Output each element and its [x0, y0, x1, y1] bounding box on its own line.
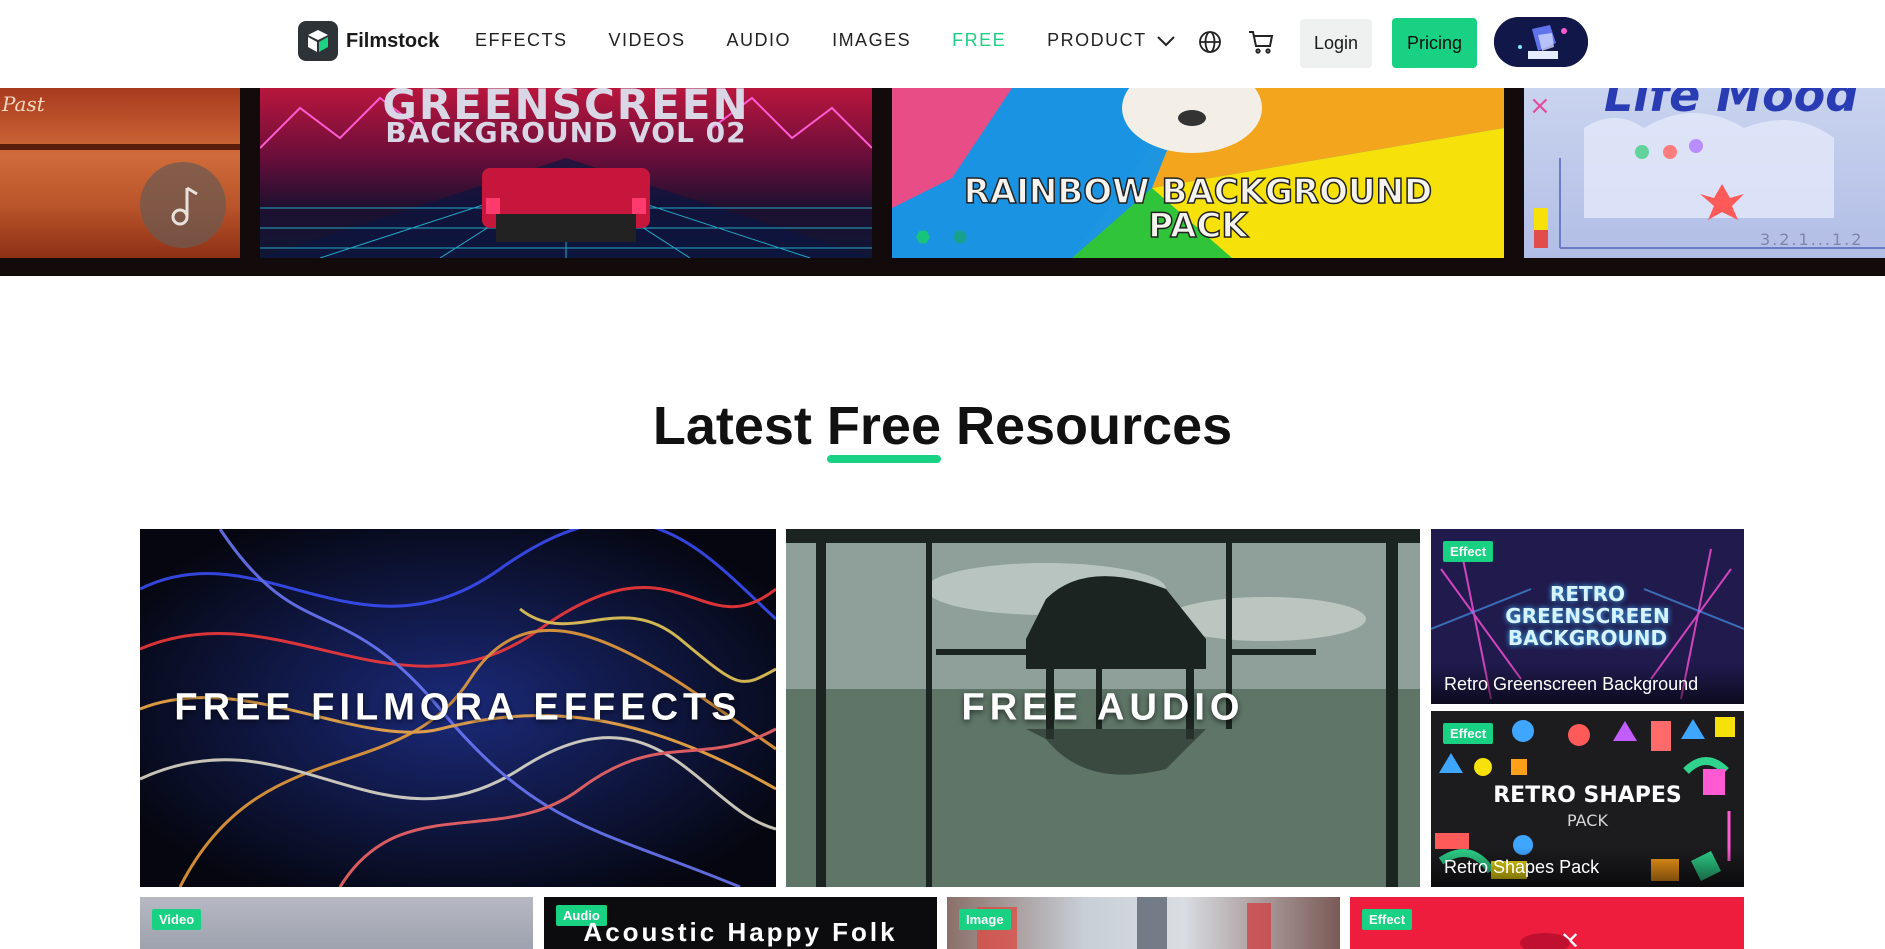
retro-shapes-art-line2: PACK — [1567, 811, 1608, 830]
nav-videos[interactable]: VIDEOS — [609, 30, 686, 51]
nav-audio[interactable]: AUDIO — [727, 30, 792, 51]
brand[interactable]: Filmstock — [298, 21, 439, 61]
title-after: Resources — [940, 396, 1233, 456]
hero-carousel[interactable]: Past GREENSCREEN BACKGROUND VOL 02 RAINB… — [0, 88, 1885, 276]
brand-name: Filmstock — [346, 29, 440, 52]
card-free-filmora-effects[interactable]: FREE FILMORA EFFECTS — [140, 529, 776, 887]
retro-bg-art-line2: GREENSCREEN — [1505, 604, 1670, 628]
tile-past-label: Past — [2, 92, 45, 116]
chevron-down-icon — [1156, 35, 1175, 46]
cart-icon[interactable] — [1247, 28, 1275, 56]
carousel-tile-life[interactable]: Life Mood × 3.2.1...1.2 — [1524, 88, 1885, 258]
tile-rainbow-line2: PACK — [1148, 205, 1249, 247]
tile-greenscreen-sub: BACKGROUND VOL 02 — [385, 116, 747, 149]
main-nav: EFFECTS VIDEOS AUDIO IMAGES FREE PRODUCT — [475, 30, 1216, 51]
card-tag: Effect — [1443, 723, 1494, 744]
retro-bg-art-line3: BACKGROUND — [1507, 626, 1668, 650]
globe-icon[interactable] — [1196, 28, 1224, 56]
card-caption: Retro Greenscreen Background — [1431, 664, 1744, 704]
retro-bg-art-line1: RETRO — [1549, 582, 1626, 606]
card-effects-label: FREE FILMORA EFFECTS — [174, 686, 742, 729]
nav-images[interactable]: IMAGES — [832, 30, 911, 51]
carousel-tile-rainbow[interactable]: RAINBOW BACKGROUND PACK — [892, 88, 1504, 258]
card-tag: Effect — [1443, 541, 1494, 562]
login-button[interactable]: Login — [1300, 19, 1372, 68]
card-retro-greenscreen[interactable]: RETRO GREENSCREEN BACKGROUND Effect Retr… — [1431, 529, 1744, 704]
card-tag: Video — [152, 909, 202, 930]
retro-shapes-art-line1: RETRO SHAPES — [1493, 783, 1682, 808]
pricing-button[interactable]: Pricing — [1392, 18, 1477, 68]
carousel-tile-greenscreen[interactable]: GREENSCREEN BACKGROUND VOL 02 — [260, 88, 872, 258]
title-highlight: Free — [826, 396, 942, 463]
retro-bg-art: RETRO GREENSCREEN BACKGROUND — [1431, 583, 1744, 649]
nav-free[interactable]: FREE — [952, 30, 1006, 51]
nav-product[interactable]: PRODUCT — [1047, 30, 1175, 51]
carousel-tile-past[interactable]: Past — [0, 88, 240, 258]
title-before: Latest — [652, 396, 827, 456]
nav-product-label: PRODUCT — [1047, 30, 1147, 50]
filmstock-logo-icon — [298, 21, 338, 61]
section-title: Latest Free Resources — [0, 395, 1885, 463]
music-note-icon — [140, 162, 226, 248]
card-tag: Effect — [1362, 909, 1413, 930]
card-image[interactable]: Image — [947, 897, 1340, 949]
promo-banner-button[interactable] — [1494, 17, 1588, 67]
card-free-audio[interactable]: FREE AUDIO — [786, 529, 1420, 887]
card-retro-shapes[interactable]: RETRO SHAPES PACK Effect Retro Shapes Pa… — [1431, 711, 1744, 887]
card-video[interactable]: Video — [140, 897, 533, 949]
site-header: Filmstock EFFECTS VIDEOS AUDIO IMAGES FR… — [0, 0, 1885, 88]
card-audio-label: FREE AUDIO — [961, 686, 1245, 729]
tile-life-counter: 3.2.1...1.2 — [1760, 230, 1864, 249]
card-tag: Image — [959, 909, 1011, 930]
nav-effects[interactable]: EFFECTS — [475, 30, 568, 51]
card-acoustic-happy-folk[interactable]: Audio Acoustic Happy Folk — [544, 897, 937, 949]
card-folk-title: Acoustic Happy Folk — [583, 917, 898, 947]
card-effect-red[interactable]: Effect ✕ — [1350, 897, 1744, 949]
svg-text:×: × — [1529, 91, 1551, 121]
card-caption: Retro Shapes Pack — [1431, 847, 1744, 887]
